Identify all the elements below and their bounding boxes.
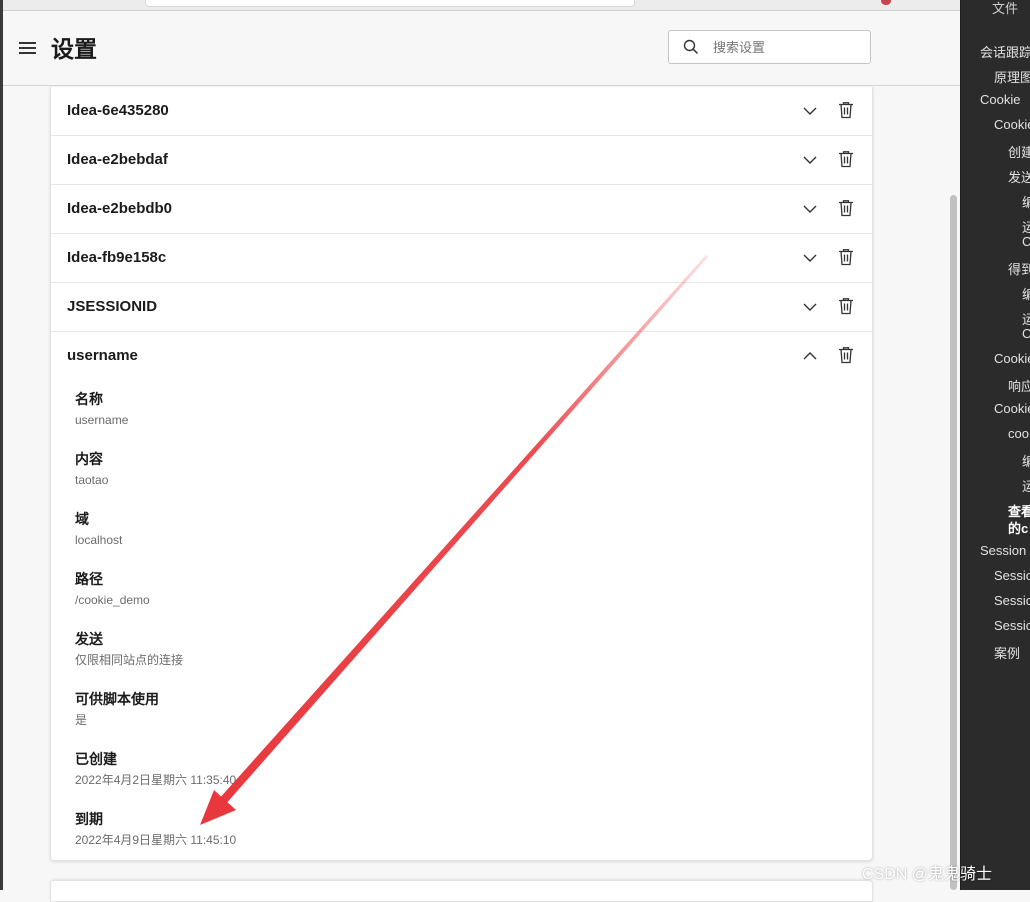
outline-item[interactable]: 创建 <box>1008 142 1030 161</box>
cookie-row-idea-e2bebdaf[interactable]: Idea-e2bebdaf <box>51 136 872 185</box>
cookie-row-jsessionid[interactable]: JSESSIONID <box>51 283 872 332</box>
outline-item[interactable]: Cookie <box>980 92 1020 107</box>
detail-label: 可供脚本使用 <box>75 691 159 707</box>
trash-icon[interactable] <box>838 150 854 168</box>
detail-name: 名称 username <box>75 389 835 449</box>
detail-path: 路径 /cookie_demo <box>75 569 835 629</box>
chevron-down-icon[interactable] <box>803 300 817 314</box>
chevron-down-icon[interactable] <box>803 202 817 216</box>
outline-item[interactable]: Cookie <box>994 351 1030 366</box>
detail-label: 路径 <box>75 571 103 587</box>
cookie-name: username <box>67 347 138 364</box>
detail-domain: 域 localhost <box>75 509 835 569</box>
cookie-name: Idea-6e435280 <box>67 102 169 119</box>
detail-label: 名称 <box>75 391 103 407</box>
detail-created: 已创建 2022年4月2日星期六 11:35:40 <box>75 749 835 809</box>
detail-label: 发送 <box>75 631 103 647</box>
outline-item[interactable]: 运 <box>1022 476 1030 495</box>
detail-value: localhost <box>75 533 123 547</box>
page-title: 设置 <box>51 36 97 62</box>
detail-script-access: 可供脚本使用 是 <box>75 689 835 749</box>
detail-value: 2022年4月2日星期六 11:35:40 <box>75 773 237 787</box>
detail-value: 2022年4月9日星期六 11:45:10 <box>75 833 237 847</box>
outline-item[interactable]: 编 <box>1022 284 1030 303</box>
outline-item-active[interactable]: 的c <box>1008 518 1028 537</box>
outline-item[interactable]: Sessio <box>994 593 1030 608</box>
outline-item[interactable]: 案例 <box>994 643 1020 662</box>
outline-item[interactable]: 编 <box>1022 192 1030 211</box>
chevron-up-icon[interactable] <box>803 349 817 363</box>
cookie-row-username[interactable]: username <box>51 332 872 380</box>
detail-content: 内容 taotao <box>75 449 835 509</box>
cookie-details: 名称 username 内容 taotao 域 localhost 路径 /co… <box>75 389 835 869</box>
outline-item[interactable]: Cookie <box>994 117 1030 132</box>
detail-value: username <box>75 413 129 427</box>
cookie-row-idea-6e435280[interactable]: Idea-6e435280 <box>51 87 872 136</box>
profile-icon[interactable] <box>881 0 891 5</box>
search-input[interactable] <box>713 37 863 57</box>
detail-label: 已创建 <box>75 751 117 767</box>
document-outline-panel: 文件 会话跟踪 原理图 Cookie Cookie 创建 发送 编 运 C 得到… <box>960 0 1030 890</box>
next-card-edge <box>50 880 873 902</box>
detail-value: taotao <box>75 473 109 487</box>
cookie-list-card: Idea-6e435280 Idea-e2bebdaf Idea-e2bebdb… <box>50 87 873 861</box>
outline-item[interactable]: 发送 <box>1008 167 1030 186</box>
search-icon <box>683 39 699 55</box>
search-box[interactable] <box>668 30 871 64</box>
cookie-name: Idea-e2bebdb0 <box>67 200 173 217</box>
watermark: CSDN @鬼鬼骑士 <box>862 866 993 883</box>
outline-item[interactable]: C <box>1022 234 1030 249</box>
settings-header: 设置 <box>3 11 960 86</box>
detail-expires: 到期 2022年4月9日星期六 11:45:10 <box>75 809 835 869</box>
detail-label: 域 <box>75 511 89 527</box>
trash-icon[interactable] <box>838 101 854 119</box>
outline-item[interactable]: Sessio <box>994 568 1030 583</box>
outline-item[interactable]: Sessio <box>994 618 1030 633</box>
cookie-name: Idea-fb9e158c <box>67 249 167 266</box>
detail-value: /cookie_demo <box>75 593 150 607</box>
trash-icon[interactable] <box>838 297 854 315</box>
trash-icon[interactable] <box>838 346 854 364</box>
detail-value: 是 <box>75 713 88 727</box>
outline-item[interactable]: 得到 <box>1008 259 1030 278</box>
outline-item[interactable]: Session <box>980 543 1026 558</box>
outline-item[interactable]: 响应 <box>1008 376 1030 395</box>
outline-item[interactable]: 原理图 <box>994 67 1030 86</box>
outline-item[interactable]: 编 <box>1022 451 1030 470</box>
cookie-row-idea-fb9e158c[interactable]: Idea-fb9e158c <box>51 234 872 283</box>
trash-icon[interactable] <box>838 248 854 266</box>
cookie-name: Idea-e2bebdaf <box>67 151 168 168</box>
chevron-down-icon[interactable] <box>803 153 817 167</box>
outline-item[interactable]: Cookie <box>994 401 1030 416</box>
browser-top-strip <box>3 0 960 11</box>
address-bar[interactable] <box>145 0 635 7</box>
detail-value: 仅限相同站点的连接 <box>75 653 184 667</box>
scrollbar-thumb[interactable] <box>950 195 957 890</box>
chevron-down-icon[interactable] <box>803 251 817 265</box>
detail-label: 到期 <box>75 811 103 827</box>
outline-item[interactable]: coo <box>1008 426 1029 441</box>
window-edge <box>0 0 3 890</box>
outline-item[interactable]: C <box>1022 326 1030 341</box>
outline-item[interactable]: 文件 <box>992 0 1018 17</box>
outline-item[interactable]: 会话跟踪 <box>980 42 1030 61</box>
hamburger-menu-icon[interactable] <box>19 41 37 55</box>
trash-icon[interactable] <box>838 199 854 217</box>
detail-send-for: 发送 仅限相同站点的连接 <box>75 629 835 689</box>
cookie-row-idea-e2bebdb0[interactable]: Idea-e2bebdb0 <box>51 185 872 234</box>
cookie-name: JSESSIONID <box>67 298 158 315</box>
detail-label: 内容 <box>75 451 103 467</box>
chevron-down-icon[interactable] <box>803 104 817 118</box>
